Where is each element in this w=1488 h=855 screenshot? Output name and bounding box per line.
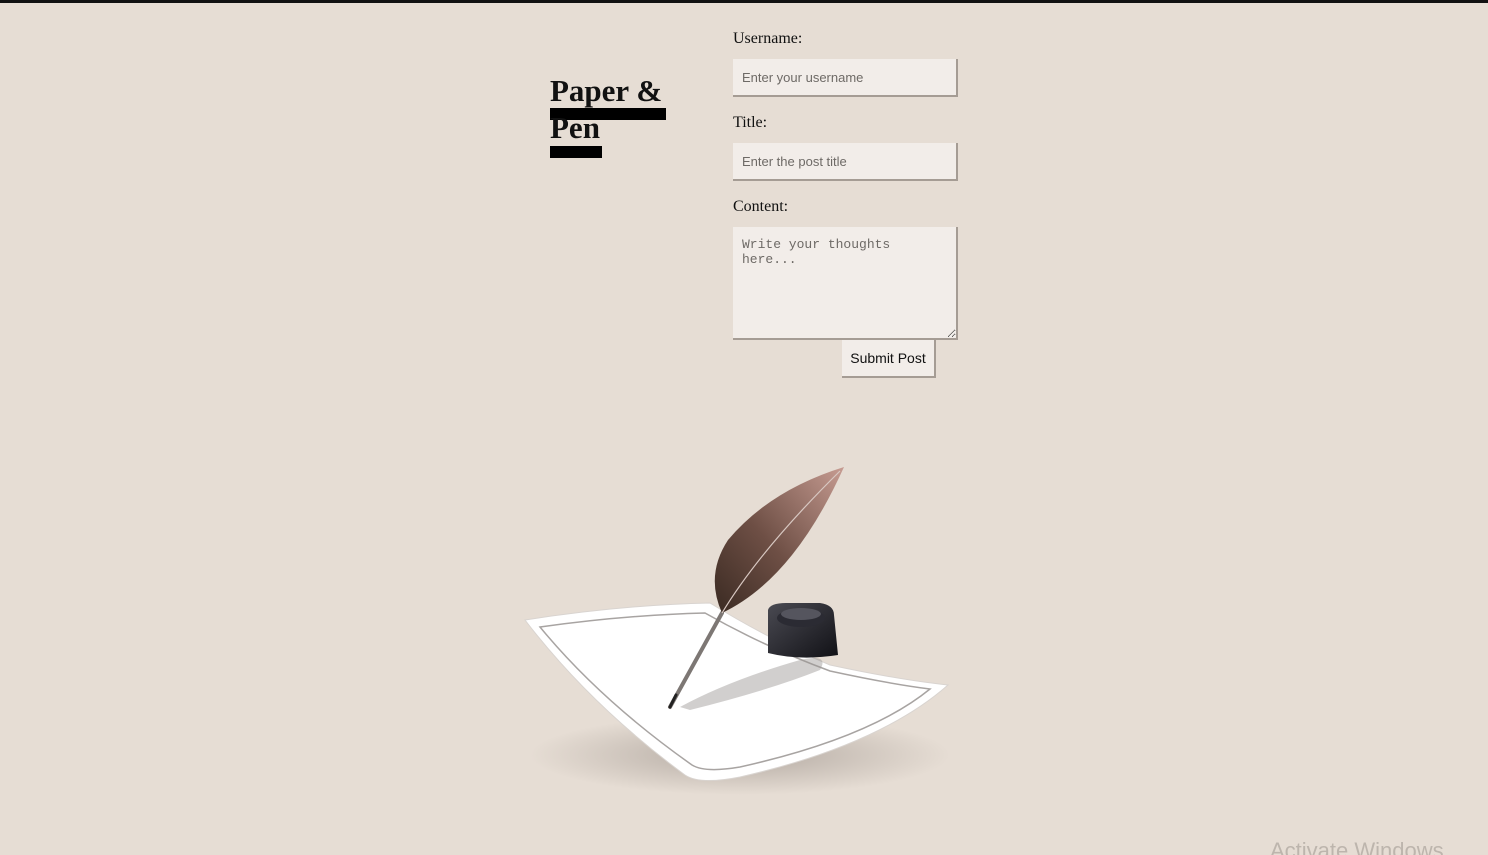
title-input[interactable] [733, 143, 958, 181]
activate-windows-watermark: Activate Windows [1270, 838, 1444, 855]
title-underline-bar [550, 146, 602, 158]
post-form: Username: Title: Content: Submit Post [733, 29, 959, 378]
username-label: Username: [733, 30, 803, 47]
content-textarea[interactable] [733, 227, 958, 340]
quill-paper-inkwell-icon [500, 455, 970, 820]
submit-post-button[interactable]: Submit Post [842, 340, 936, 378]
site-title-line-1: Paper & [550, 73, 663, 108]
top-border [0, 0, 1488, 3]
site-title-line-2: Pen [550, 110, 600, 145]
content-label: Content: [733, 198, 789, 215]
title-label: Title: [733, 114, 768, 131]
username-input[interactable] [733, 59, 958, 97]
site-title: Paper & Pen [550, 72, 680, 158]
